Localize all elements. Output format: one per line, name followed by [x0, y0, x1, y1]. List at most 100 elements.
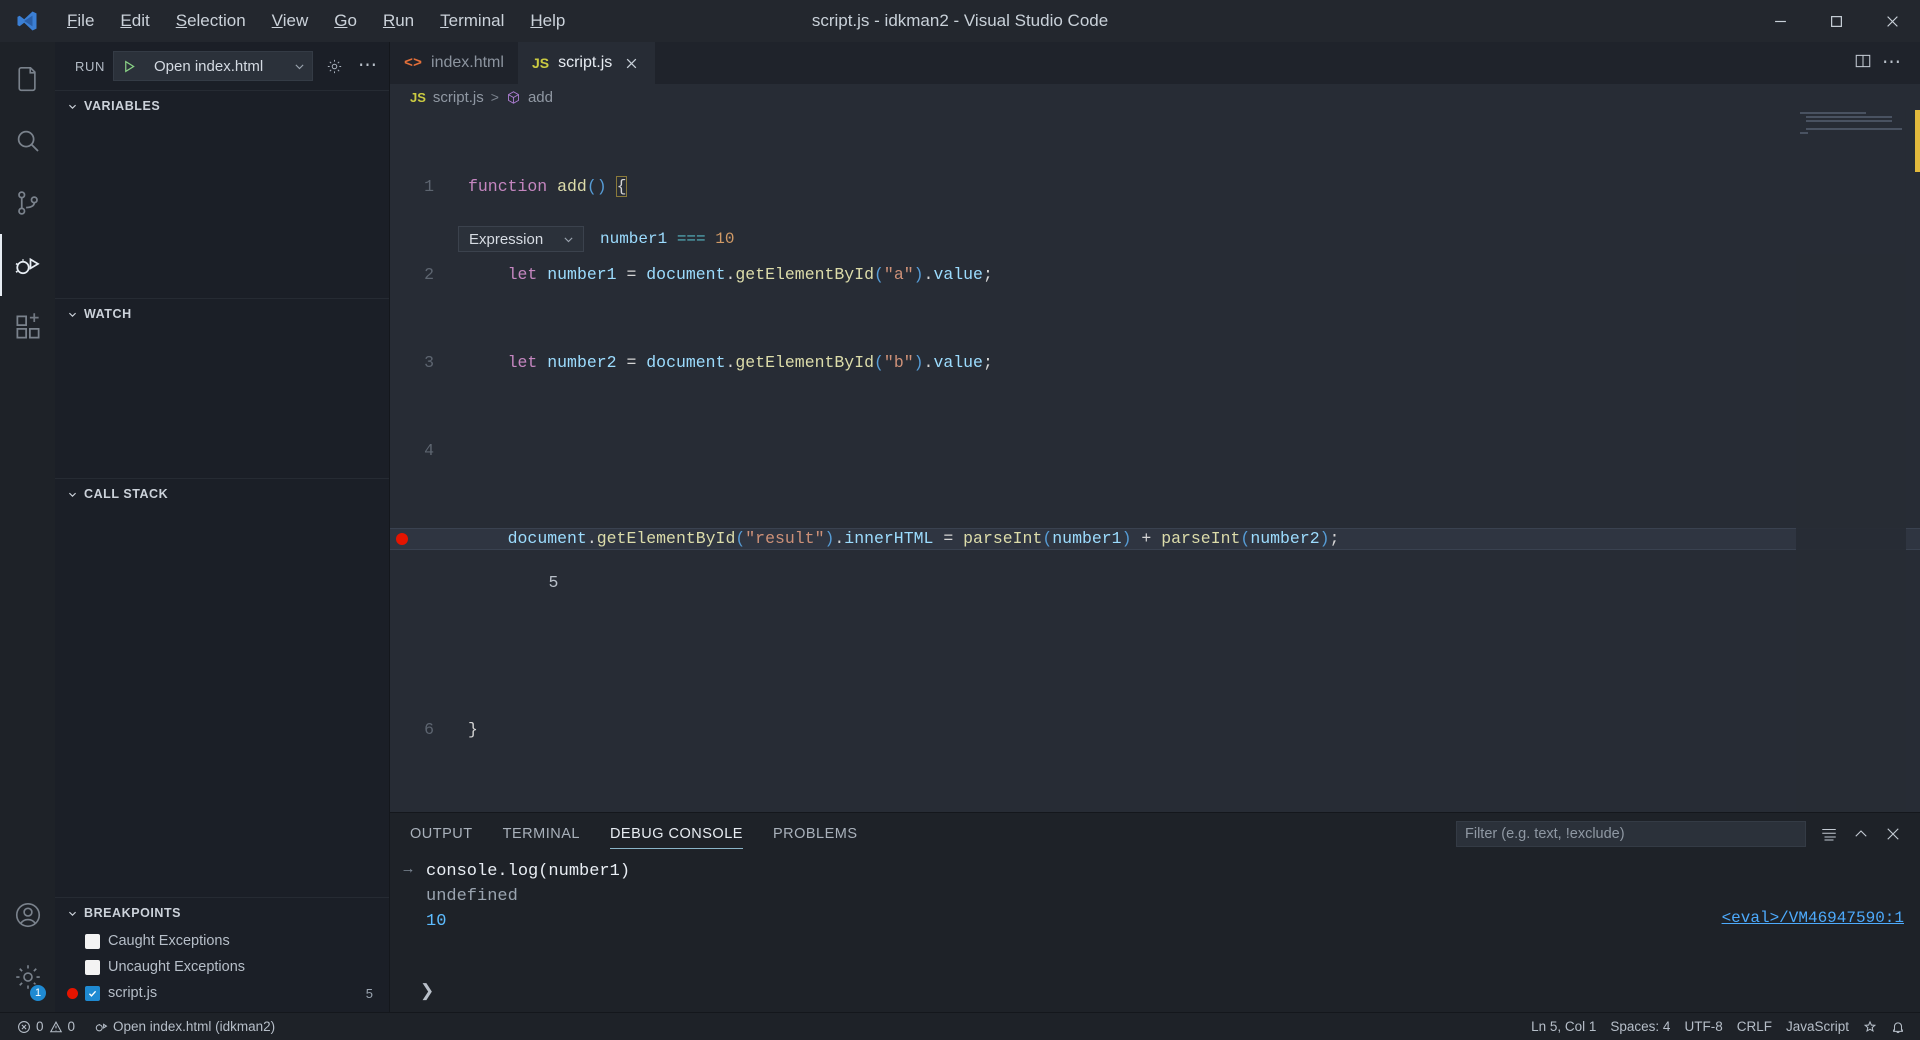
tab-output[interactable]: OUTPUT — [410, 813, 473, 855]
sidebar-item-search[interactable] — [0, 110, 55, 172]
menu-view[interactable]: View — [259, 7, 322, 35]
open-launch-json-button[interactable] — [321, 53, 347, 79]
maximize-button[interactable] — [1808, 0, 1864, 42]
editor-scrollbar[interactable] — [1906, 110, 1920, 812]
minimap[interactable] — [1796, 110, 1906, 812]
checkbox[interactable] — [85, 986, 100, 1001]
minimap-line — [1806, 120, 1892, 122]
line-number[interactable]: 5 — [390, 528, 450, 550]
menu-go-rest: o — [347, 11, 356, 30]
breakpoint-condition-widget[interactable]: Expression number1 === 10 — [450, 220, 1805, 258]
status-cursor-position[interactable]: Ln 5, Col 1 — [1524, 1013, 1603, 1040]
debug-console[interactable]: → console.log(number1) undefined 10 <eva… — [390, 855, 1920, 1012]
menu-go-accel: G — [334, 11, 347, 30]
line-number[interactable]: 4 — [390, 440, 450, 462]
line-text: let number2 = document.getElementById("b… — [450, 352, 993, 374]
tab-problems[interactable]: PROBLEMS — [773, 813, 858, 855]
js-file-icon: JS — [410, 90, 426, 105]
settings-badge: 1 — [29, 984, 47, 1002]
line-number[interactable]: 3 — [390, 352, 450, 374]
clear-console-button[interactable] — [1820, 825, 1838, 843]
breakpoint-condition-input[interactable]: number1 === 10 — [600, 230, 734, 248]
breakpoint-dot-icon[interactable] — [396, 533, 408, 545]
status-problems[interactable]: 0 0 — [10, 1013, 82, 1040]
line-number[interactable]: 6 — [390, 719, 450, 741]
menu-go[interactable]: Go — [321, 7, 370, 35]
chevron-down-icon[interactable] — [293, 60, 306, 73]
breadcrumb: JS script.js > add — [390, 84, 1920, 110]
line-text — [450, 440, 468, 462]
status-language-mode[interactable]: JavaScript — [1779, 1013, 1856, 1040]
status-notifications-button[interactable] — [1884, 1013, 1912, 1040]
console-source-link[interactable]: <eval>/VM46947590:1 — [1722, 909, 1904, 927]
html-file-icon: <> — [404, 55, 422, 72]
breakpoint-uncaught-exceptions[interactable]: Uncaught Exceptions — [55, 954, 389, 980]
breadcrumb-separator: > — [491, 89, 499, 105]
vscode-window: File Edit Selection View Go Run Terminal… — [0, 0, 1920, 1040]
breakpoint-caught-exceptions[interactable]: Caught Exceptions — [55, 928, 389, 954]
menu-edit[interactable]: Edit — [107, 7, 162, 35]
accounts-button[interactable] — [0, 888, 55, 950]
menu-file-accel: F — [67, 11, 77, 30]
breakpoint-dot-icon — [67, 988, 78, 999]
close-panel-button[interactable] — [1884, 825, 1902, 843]
variables-section-header[interactable]: VARIABLES — [55, 91, 389, 121]
status-eol[interactable]: CRLF — [1730, 1013, 1779, 1040]
breakpoints-section-header[interactable]: BREAKPOINTS — [55, 898, 389, 928]
code-editor[interactable]: 1 function add() { 2 let number1 = docum… — [390, 110, 1920, 812]
split-editor-button[interactable] — [1854, 52, 1872, 75]
status-indentation[interactable]: Spaces: 4 — [1603, 1013, 1677, 1040]
manage-settings-button[interactable]: 1 — [0, 950, 55, 1012]
check-icon — [87, 988, 98, 999]
menu-selection[interactable]: Selection — [163, 7, 259, 35]
more-actions-icon: ⋯ — [358, 61, 378, 71]
close-button[interactable] — [1864, 0, 1920, 42]
sidebar-item-run-and-debug[interactable] — [0, 234, 55, 296]
chevron-down-icon — [65, 906, 79, 920]
tab-debug-console[interactable]: DEBUG CONSOLE — [610, 813, 743, 855]
line-number[interactable]: 2 — [390, 264, 450, 286]
menu-file[interactable]: File — [54, 7, 107, 35]
tab-terminal[interactable]: TERMINAL — [503, 813, 580, 855]
scrollbar-thumb[interactable] — [1915, 110, 1920, 172]
breakpoint-widget-divider — [450, 257, 1805, 258]
checkbox[interactable] — [85, 934, 100, 949]
watch-section-header[interactable]: WATCH — [55, 299, 389, 329]
menu-help[interactable]: Help — [517, 7, 578, 35]
status-bar-left: 0 0 Open index.html (idkman2) — [0, 1013, 282, 1040]
console-filter-input[interactable] — [1456, 821, 1806, 847]
breadcrumb-symbol[interactable]: add — [528, 89, 553, 106]
tab-script-js[interactable]: JS script.js — [518, 42, 655, 84]
breakpoint-condition-type-select[interactable]: Expression — [458, 226, 584, 252]
tab-index-html[interactable]: <> index.html — [390, 42, 518, 84]
sidebar-item-explorer[interactable] — [0, 48, 55, 110]
sidebar-item-source-control[interactable] — [0, 172, 55, 234]
minimize-button[interactable] — [1752, 0, 1808, 42]
menu-terminal[interactable]: Terminal — [427, 7, 517, 35]
watch-section: WATCH — [55, 298, 389, 478]
breakpoint-label: Uncaught Exceptions — [108, 959, 245, 975]
console-input-row[interactable]: ❯ — [390, 976, 1920, 1006]
breakpoint-script-js[interactable]: script.js 5 — [55, 980, 389, 1006]
editor-more-actions-button[interactable]: ⋯ — [1882, 58, 1902, 68]
breadcrumb-file[interactable]: script.js — [433, 89, 484, 106]
call-stack-section-header[interactable]: CALL STACK — [55, 479, 389, 509]
menu-run[interactable]: Run — [370, 7, 427, 35]
tab-close-button[interactable] — [621, 53, 641, 73]
workbench-body: 1 RUN Open index.html — [0, 42, 1920, 1012]
play-icon[interactable] — [114, 59, 144, 74]
status-encoding[interactable]: UTF-8 — [1677, 1013, 1729, 1040]
maximize-panel-button[interactable] — [1852, 825, 1870, 843]
checkbox[interactable] — [85, 960, 100, 975]
launch-config-selector[interactable]: Open index.html — [113, 51, 313, 81]
menu-run-accel: R — [383, 11, 395, 30]
status-feedback-button[interactable] — [1856, 1013, 1884, 1040]
breakpoints-section-label: BREAKPOINTS — [84, 906, 181, 920]
console-text: console.log(number1) — [426, 859, 630, 884]
menu-help-accel: H — [530, 11, 542, 30]
status-debug-target[interactable]: Open index.html (idkman2) — [87, 1013, 282, 1040]
line-number[interactable]: 1 — [390, 176, 450, 198]
sidebar-more-actions-button[interactable]: ⋯ — [355, 53, 381, 79]
warning-icon — [49, 1020, 63, 1034]
sidebar-item-extensions[interactable] — [0, 296, 55, 358]
